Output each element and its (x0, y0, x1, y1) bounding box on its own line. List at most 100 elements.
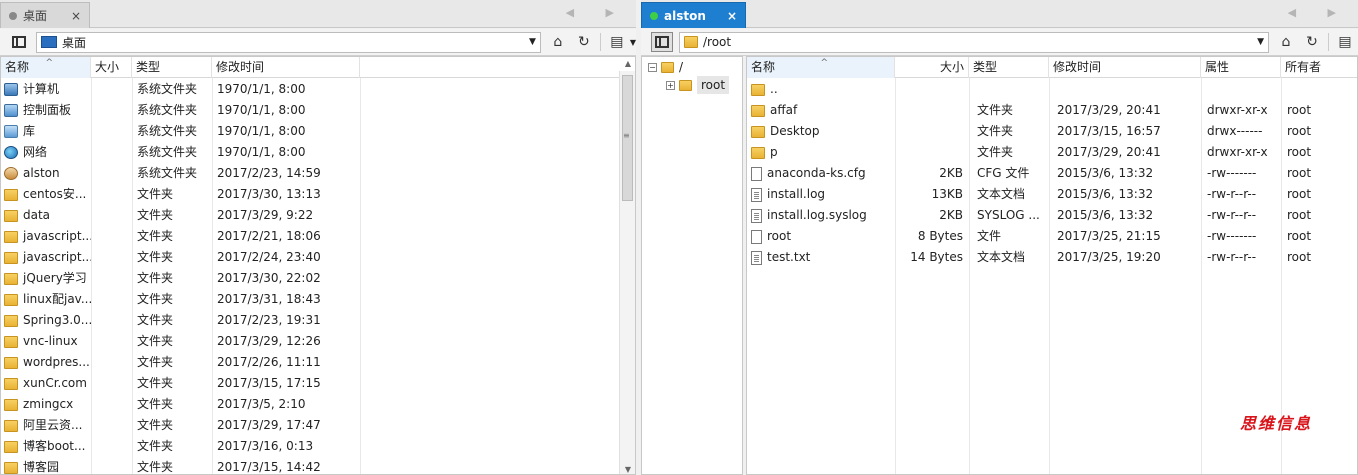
cell-type: 文件夹 (137, 229, 174, 243)
table-row[interactable]: test.txt 14 Bytes 文本文档 2017/3/25, 19:20 -rw-… (747, 247, 1357, 268)
chevron-down-icon[interactable]: ▼ (1257, 37, 1264, 47)
column-name[interactable]: 名称 ^ (747, 57, 895, 78)
tab-desktop[interactable]: 桌面 × (0, 2, 90, 28)
cell-type: 文件夹 (977, 103, 1014, 117)
table-row[interactable]: 控制面板 系统文件夹 1970/1/1, 8:00 (1, 100, 635, 121)
tab-nav-arrows[interactable]: ◀ ▶ (1288, 6, 1350, 19)
file-name: 博客园 (23, 460, 60, 474)
cell-modified: 2017/3/5, 2:10 (217, 397, 306, 411)
toolbar-divider (599, 33, 601, 51)
column-owner[interactable]: 所有者 (1281, 57, 1358, 78)
table-row[interactable]: 阿里云资... 文件夹 2017/3/29, 17:47 (1, 415, 635, 436)
vertical-scrollbar[interactable]: ▲ ≡ ▼ (619, 59, 636, 474)
tree-node-root-home[interactable]: + root (666, 76, 730, 94)
collapse-icon[interactable]: − (648, 62, 657, 72)
refresh-button[interactable]: ↻ (1301, 32, 1323, 52)
cell-owner: root (1287, 229, 1312, 243)
cell-type: 文件夹 (137, 250, 174, 264)
table-row[interactable]: alston 系统文件夹 2017/2/23, 14:59 (1, 163, 635, 184)
file-name: .. (770, 82, 778, 96)
table-row[interactable]: vnc-linux 文件夹 2017/3/29, 12:26 (1, 331, 635, 352)
cell-type: 文件夹 (137, 397, 174, 411)
local-file-list[interactable]: 名称 ^ 大小 类型 修改时间 计算机 系统文件夹 1970/1/1, 8:00 控制… (0, 56, 636, 475)
table-row[interactable]: centos安... 文件夹 2017/3/30, 13:13 (1, 184, 635, 205)
cell-type: 系统文件夹 (137, 82, 198, 96)
table-row[interactable]: 网络 系统文件夹 1970/1/1, 8:00 (1, 142, 635, 163)
cell-name: linux配jav... (4, 289, 91, 310)
table-row[interactable]: jQuery学习 文件夹 2017/3/30, 22:02 (1, 268, 635, 289)
scroll-up-icon[interactable]: ▲ (620, 59, 636, 68)
table-row[interactable]: Desktop 文件夹 2017/3/15, 16:57 drwx------ root (747, 121, 1357, 142)
view-mode-button[interactable]: ▤ (606, 32, 628, 52)
right-toolbar: /root ▼ ⌂ ↻ ▤ (641, 29, 1358, 56)
file-name: data (23, 208, 51, 222)
cell-modified: 2017/3/15, 16:57 (1057, 124, 1161, 138)
close-icon[interactable]: × (71, 9, 81, 23)
remote-folder-tree[interactable]: − / + root (641, 56, 743, 475)
view-dropdown-icon[interactable]: ▼ (630, 38, 636, 47)
table-row[interactable]: javascript... 文件夹 2017/2/21, 18:06 (1, 226, 635, 247)
expand-icon[interactable]: + (666, 80, 675, 90)
cell-type: 文件 (977, 229, 1002, 243)
table-row[interactable]: 库 系统文件夹 1970/1/1, 8:00 (1, 121, 635, 142)
table-row[interactable]: linux配jav... 文件夹 2017/3/31, 18:43 (1, 289, 635, 310)
parent-folder-button[interactable]: ⌂ (1275, 32, 1297, 52)
table-row[interactable]: 博客园 文件夹 2017/3/15, 14:42 (1, 457, 635, 475)
right-path-combobox[interactable]: /root ▼ (679, 31, 1269, 53)
table-row[interactable]: install.log 13KB 文本文档 2015/3/6, 13:32 -rw-r-… (747, 184, 1357, 205)
watermark-signature: 思维信息 (1239, 414, 1312, 433)
cell-modified: 2017/3/15, 14:42 (217, 460, 321, 474)
column-size[interactable]: 大小 (91, 57, 132, 78)
table-row[interactable]: Spring3.0... 文件夹 2017/2/23, 19:31 (1, 310, 635, 331)
cell-name: alston (4, 163, 91, 184)
sort-asc-icon: ^ (820, 58, 829, 68)
parent-folder-button[interactable]: ⌂ (547, 32, 569, 52)
column-type[interactable]: 类型 (969, 57, 1049, 78)
table-row[interactable]: xunCr.com 文件夹 2017/3/15, 17:15 (1, 373, 635, 394)
folder-icon (4, 440, 18, 453)
table-row[interactable]: 计算机 系统文件夹 1970/1/1, 8:00 (1, 79, 635, 100)
chevron-down-icon[interactable]: ▼ (529, 37, 536, 47)
table-row[interactable]: p 文件夹 2017/3/29, 20:41 drwxr-xr-x root (747, 142, 1357, 163)
folder-icon (684, 36, 698, 48)
table-row[interactable]: install.log.syslog 2KB SYSLOG ... 2015/3/6,… (747, 205, 1357, 226)
folder-icon (4, 314, 18, 327)
network-icon (4, 146, 18, 159)
table-row[interactable]: .. (747, 79, 1357, 100)
column-size[interactable]: 大小 (895, 57, 969, 78)
tab-nav-arrows[interactable]: ◀ ▶ (566, 6, 628, 19)
folder-icon (4, 335, 18, 348)
toggle-tree-button[interactable] (651, 32, 673, 52)
tree-node-root[interactable]: − / (648, 58, 683, 76)
table-row[interactable]: javascript... 文件夹 2017/2/24, 23:40 (1, 247, 635, 268)
table-row[interactable]: zmingcx 文件夹 2017/3/5, 2:10 (1, 394, 635, 415)
folder-icon (4, 209, 18, 222)
column-permissions[interactable]: 属性 (1201, 57, 1281, 78)
table-row[interactable]: 博客boot... 文件夹 2017/3/16, 0:13 (1, 436, 635, 457)
column-type[interactable]: 类型 (132, 57, 212, 78)
table-row[interactable]: data 文件夹 2017/3/29, 9:22 (1, 205, 635, 226)
table-row[interactable]: affaf 文件夹 2017/3/29, 20:41 drwxr-xr-x root (747, 100, 1357, 121)
cell-permissions: -rw-r--r-- (1207, 208, 1257, 222)
cell-size (897, 100, 969, 121)
table-row[interactable]: anaconda-ks.cfg 2KB CFG 文件 2015/3/6, 13:32 -… (747, 163, 1357, 184)
column-modified[interactable]: 修改时间 (212, 57, 360, 78)
refresh-button[interactable]: ↻ (573, 32, 595, 52)
tab-alston[interactable]: alston × (641, 2, 746, 28)
table-row[interactable]: root 8 Bytes 文件 2017/3/25, 21:15 -rw------- r… (747, 226, 1357, 247)
folder-icon (679, 79, 692, 91)
column-name[interactable]: 名称 ^ (1, 57, 91, 78)
table-row[interactable]: wordpres... 文件夹 2017/2/26, 11:11 (1, 352, 635, 373)
cell-size: 13KB (931, 187, 963, 201)
cell-modified: 2017/3/30, 22:02 (217, 271, 321, 285)
column-modified[interactable]: 修改时间 (1049, 57, 1201, 78)
toggle-tree-button[interactable] (8, 32, 30, 52)
left-path-combobox[interactable]: 桌面 ▼ (36, 31, 541, 53)
right-column-header: 名称 ^ 大小 类型 修改时间 属性 所有者 (747, 57, 1357, 78)
cell-name: 博客boot... (4, 436, 91, 457)
scroll-down-icon[interactable]: ▼ (620, 465, 636, 474)
close-icon[interactable]: × (727, 9, 737, 23)
view-mode-button[interactable]: ▤ (1334, 32, 1356, 52)
cell-type: 文件夹 (137, 460, 174, 474)
cell-name: zmingcx (4, 394, 91, 415)
